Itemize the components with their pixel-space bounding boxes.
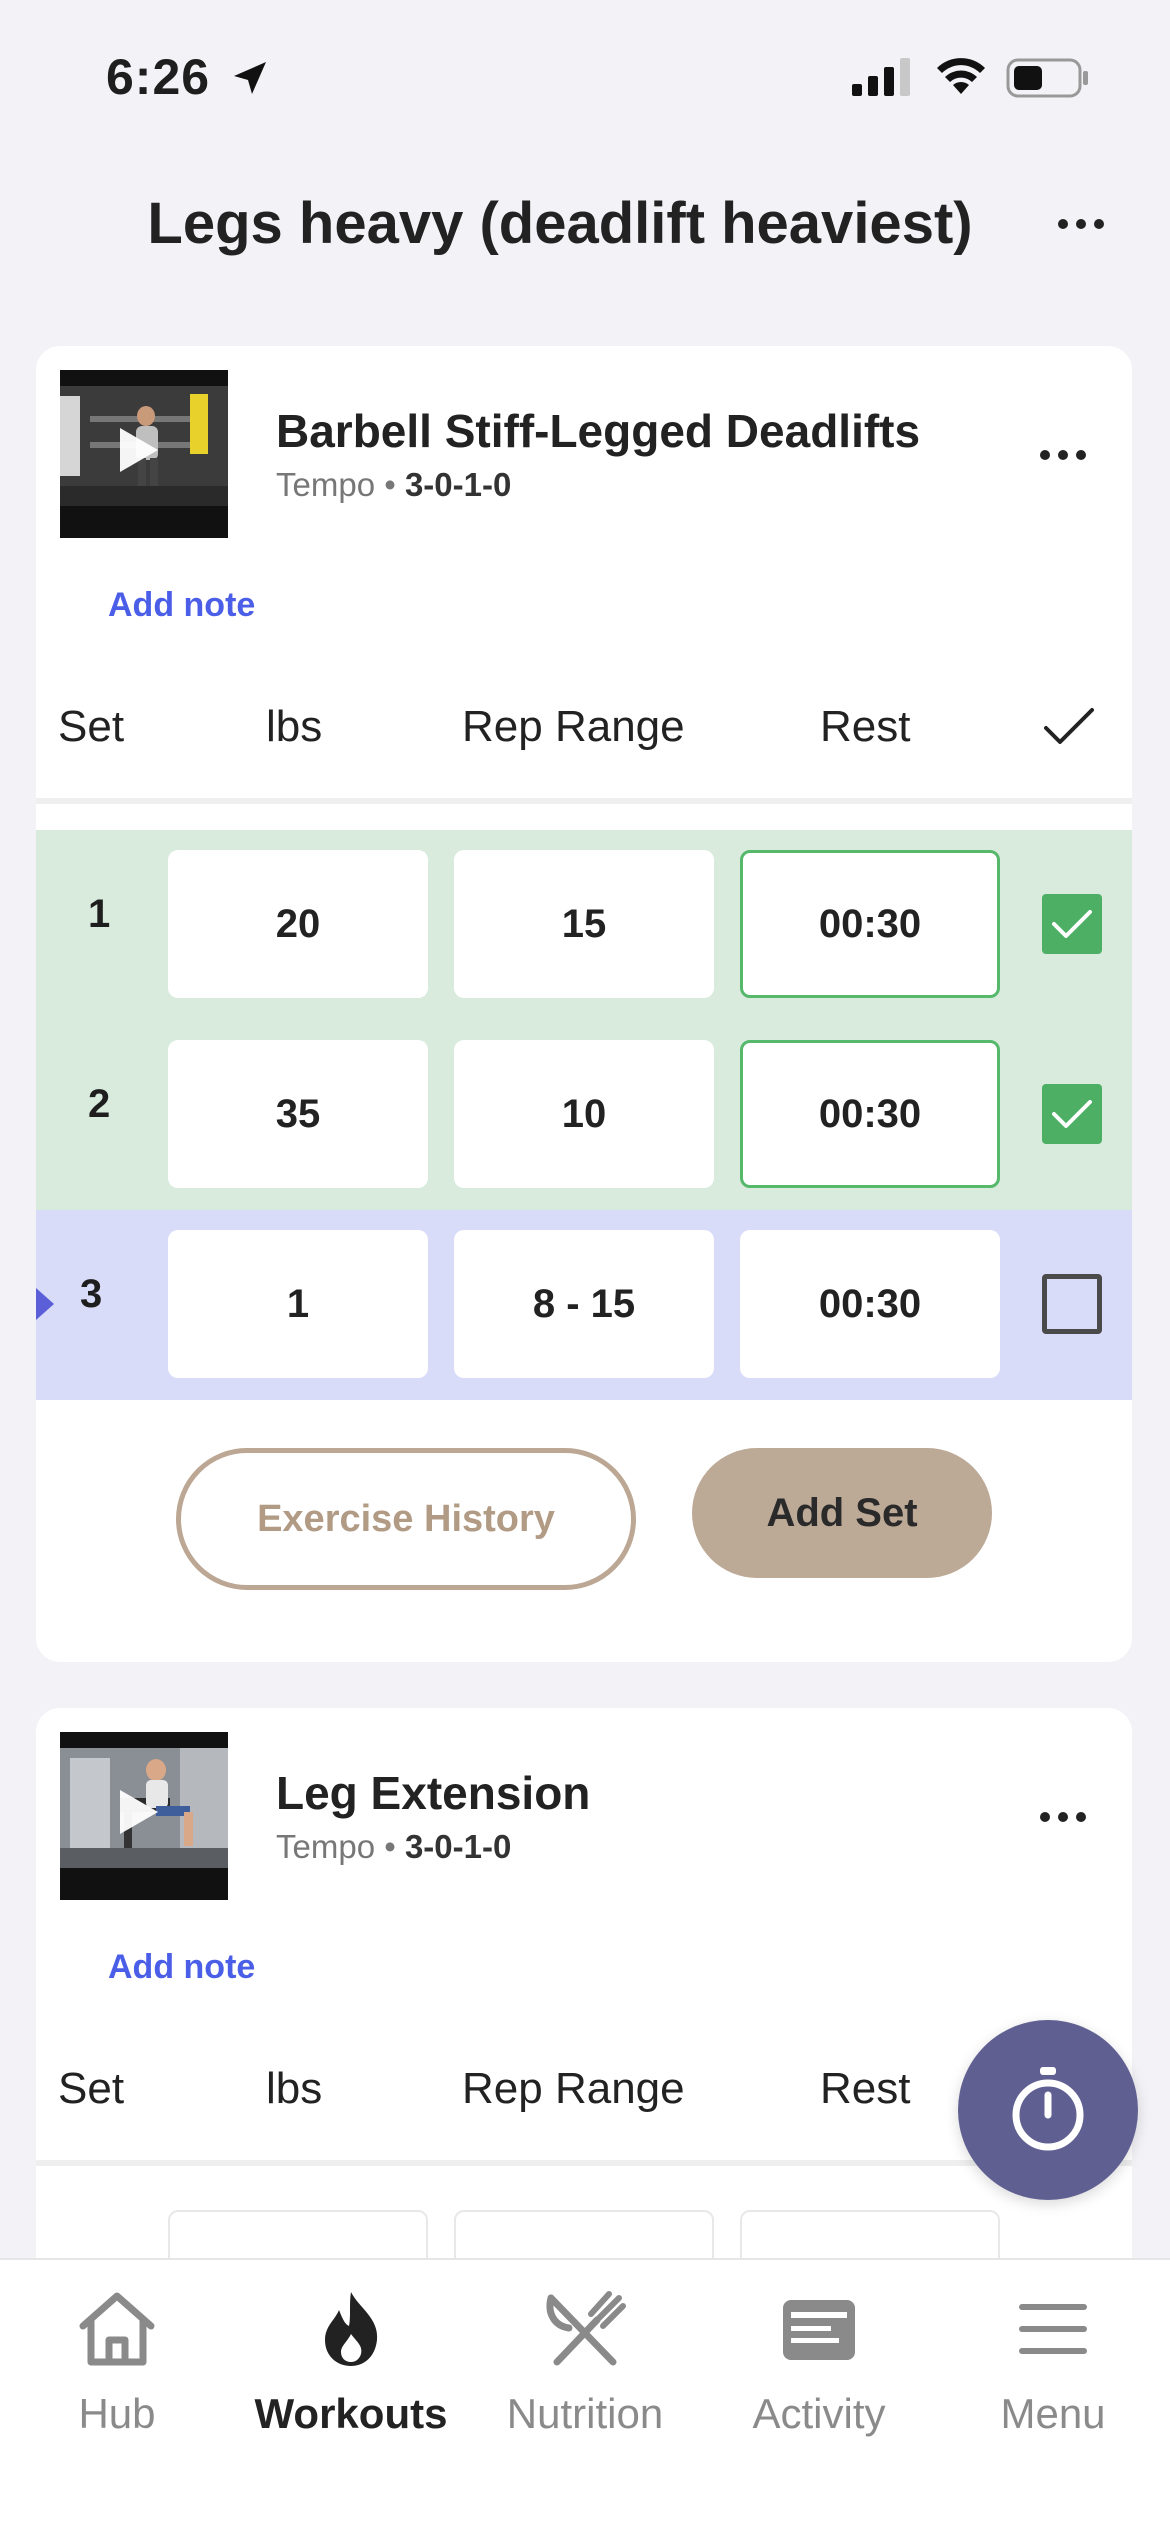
battery-icon — [1006, 58, 1088, 98]
checkmark-header-icon — [1044, 708, 1094, 744]
flame-icon — [325, 2292, 378, 2366]
nav-label: Menu — [1000, 2390, 1106, 2437]
exercise-tempo: Tempo • 3-0-1-0 — [276, 1828, 511, 1866]
check-icon — [1052, 910, 1092, 938]
dot — [1076, 1812, 1086, 1822]
dot — [1040, 450, 1050, 460]
status-bar: 6:26 — [0, 0, 1170, 140]
wifi-icon — [937, 58, 985, 94]
header-divider — [36, 798, 1132, 804]
nav-item-hub[interactable]: Hub — [0, 2290, 234, 2490]
nav-item-nutrition[interactable]: Nutrition — [468, 2290, 702, 2490]
exercise-video-thumbnail[interactable] — [60, 370, 228, 538]
add-set-button[interactable]: Add Set — [692, 1448, 992, 1578]
set-row: 2 35 10 00:30 — [36, 1020, 1132, 1210]
nav-item-workouts[interactable]: Workouts — [234, 2290, 468, 2490]
activity-card-icon — [783, 2300, 855, 2360]
cellular-signal-icon — [852, 58, 910, 96]
rest-timer-input[interactable]: 00:30 — [740, 1230, 1000, 1378]
workout-more-options-button[interactable] — [1058, 214, 1110, 234]
exercise-card: Barbell Stiff-Legged Deadlifts Tempo • 3… — [36, 346, 1132, 1662]
exercise-more-options-button[interactable] — [1040, 450, 1086, 460]
tempo-value: 3-0-1-0 — [404, 466, 512, 503]
dot — [1094, 219, 1104, 229]
workout-title: Legs heavy (deadlift heaviest) — [147, 191, 973, 256]
set-row-current: 3 1 8 - 15 00:30 — [36, 1210, 1132, 1400]
play-icon — [120, 1790, 158, 1834]
set-row: 1 20 15 00:30 — [36, 830, 1132, 1020]
nav-label: Nutrition — [506, 2390, 664, 2437]
header-divider — [36, 2160, 1132, 2166]
add-note-link[interactable]: Add note — [108, 1948, 255, 1987]
set-number: 1 — [88, 892, 111, 936]
column-header-lbs: lbs — [266, 2064, 323, 2113]
bottom-navigation: Hub Workouts Nutrition Activity Menu — [0, 2258, 1170, 2532]
stopwatch-icon — [1012, 2067, 1084, 2151]
rest-timer-input[interactable]: 00:30 — [740, 1040, 1000, 1188]
dot — [1076, 450, 1086, 460]
weight-input[interactable]: 20 — [168, 850, 428, 998]
nav-item-menu[interactable]: Menu — [936, 2290, 1170, 2490]
dot — [1076, 219, 1086, 229]
weight-input[interactable]: 35 — [168, 1040, 428, 1188]
set-complete-checkbox[interactable] — [1042, 894, 1102, 954]
status-time: 6:26 — [106, 49, 211, 105]
reps-input[interactable]: 8 - 15 — [454, 1230, 714, 1378]
add-note-link[interactable]: Add note — [108, 586, 255, 625]
rest-timer-input[interactable]: 00:30 — [740, 850, 1000, 998]
weight-input[interactable]: 1 — [168, 1230, 428, 1378]
column-header-set: Set — [58, 2064, 125, 2113]
tempo-label: Tempo • — [276, 1828, 396, 1865]
column-header-rep-range: Rep Range — [462, 2064, 685, 2113]
hamburger-menu-icon — [1019, 2304, 1087, 2354]
column-header-rest: Rest — [820, 702, 911, 751]
set-complete-checkbox[interactable] — [1042, 1274, 1102, 1334]
nav-label: Hub — [78, 2390, 156, 2437]
column-header-set: Set — [58, 702, 125, 751]
exercise-name: Leg Extension — [276, 1767, 591, 1819]
location-arrow-icon — [234, 62, 266, 94]
column-header-rest: Rest — [820, 2064, 911, 2113]
rest-timer-button[interactable] — [958, 2020, 1138, 2200]
current-set-indicator-icon — [36, 1288, 54, 1320]
tempo-label: Tempo • — [276, 466, 396, 503]
home-icon — [79, 2292, 155, 2366]
column-header-rep-range: Rep Range — [462, 702, 685, 751]
dot — [1058, 219, 1068, 229]
fork-knife-icon — [546, 2291, 626, 2366]
dot — [1040, 1812, 1050, 1822]
dot — [1058, 1812, 1068, 1822]
tempo-value: 3-0-1-0 — [404, 1828, 512, 1865]
set-number: 2 — [88, 1082, 111, 1126]
exercise-name: Barbell Stiff-Legged Deadlifts — [276, 405, 921, 457]
set-number: 3 — [80, 1272, 103, 1316]
column-header-lbs: lbs — [266, 702, 323, 751]
play-icon — [120, 428, 158, 472]
exercise-video-thumbnail[interactable] — [60, 1732, 228, 1900]
reps-input[interactable]: 10 — [454, 1040, 714, 1188]
set-complete-checkbox[interactable] — [1042, 1084, 1102, 1144]
nav-item-activity[interactable]: Activity — [702, 2290, 936, 2490]
nav-label: Workouts — [254, 2390, 448, 2437]
nav-label: Activity — [752, 2390, 886, 2437]
exercise-history-button[interactable]: Exercise History — [176, 1448, 636, 1590]
exercise-more-options-button[interactable] — [1040, 1812, 1086, 1822]
reps-input[interactable]: 15 — [454, 850, 714, 998]
exercise-tempo: Tempo • 3-0-1-0 — [276, 466, 511, 504]
dot — [1058, 450, 1068, 460]
check-icon — [1052, 1100, 1092, 1128]
